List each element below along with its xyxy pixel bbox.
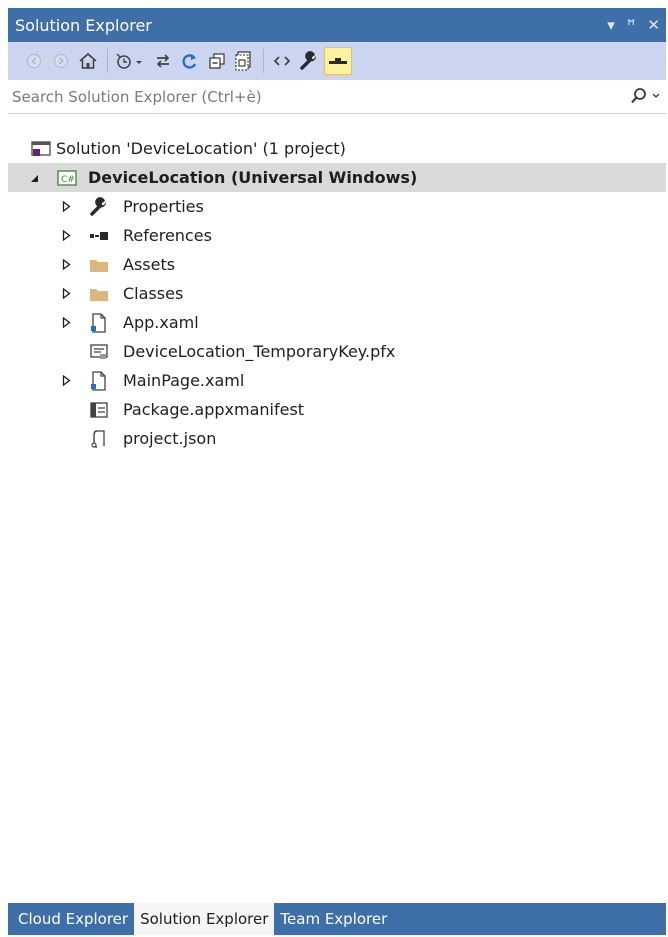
tree-item[interactable]: Properties bbox=[8, 192, 666, 221]
forward-button[interactable] bbox=[49, 48, 73, 74]
preview-selected-button[interactable] bbox=[324, 47, 352, 75]
sync-button[interactable] bbox=[151, 48, 175, 74]
tree-item-label: Properties bbox=[123, 197, 204, 216]
tree-item-label: App.xaml bbox=[123, 313, 199, 332]
refresh-button[interactable] bbox=[178, 48, 202, 74]
toolbar bbox=[8, 42, 666, 80]
home-button[interactable] bbox=[76, 48, 100, 74]
csharp-project-icon: C# bbox=[56, 168, 78, 188]
refresh-icon bbox=[182, 54, 197, 69]
folder-icon bbox=[88, 284, 110, 304]
tree-solution-node[interactable]: Solution 'DeviceLocation' (1 project) bbox=[8, 134, 666, 163]
title-bar: Solution Explorer ▾ ꟸ ✕ bbox=[8, 8, 666, 42]
dropdown-icon[interactable]: ▾ bbox=[607, 17, 615, 33]
collapse-all-icon bbox=[209, 53, 225, 69]
tree-item[interactable]: MainPage.xaml bbox=[8, 366, 666, 395]
expanded-arrow-icon[interactable] bbox=[28, 171, 40, 185]
search-input[interactable] bbox=[8, 81, 612, 112]
show-all-files-icon bbox=[235, 51, 251, 71]
references-icon bbox=[88, 226, 110, 246]
search-options[interactable] bbox=[630, 87, 660, 105]
toolbar-separator bbox=[107, 49, 108, 73]
svg-text:C#: C# bbox=[61, 175, 75, 185]
properties-button[interactable] bbox=[297, 48, 321, 74]
tab-solution-explorer[interactable]: Solution Explorer bbox=[134, 903, 275, 935]
tree-item[interactable]: project.json bbox=[8, 424, 666, 453]
manifest-icon bbox=[88, 400, 110, 420]
tree-item[interactable]: Assets bbox=[8, 250, 666, 279]
collapsed-arrow-icon[interactable] bbox=[60, 200, 72, 214]
folder-icon bbox=[88, 255, 110, 275]
tree-project-label: DeviceLocation (Universal Windows) bbox=[88, 168, 418, 187]
collapsed-arrow-icon[interactable] bbox=[60, 229, 72, 243]
collapsed-arrow-icon[interactable] bbox=[60, 316, 72, 330]
search-bar bbox=[8, 80, 666, 114]
tree-items: Properties References Assets Classes App.xam… bbox=[8, 192, 666, 453]
collapsed-arrow-icon[interactable] bbox=[60, 374, 72, 388]
solution-icon bbox=[30, 139, 52, 159]
chevron-down-icon bbox=[652, 93, 660, 98]
tree-solution-label: Solution 'DeviceLocation' (1 project) bbox=[56, 139, 346, 158]
tree-item-label: References bbox=[123, 226, 212, 245]
json-file-icon bbox=[88, 429, 110, 449]
forward-icon bbox=[54, 54, 68, 68]
certificate-icon bbox=[88, 342, 110, 362]
tree-item[interactable]: Classes bbox=[8, 279, 666, 308]
toolbar-separator bbox=[263, 49, 264, 73]
tree-item[interactable]: DeviceLocation_TemporaryKey.pfx bbox=[8, 337, 666, 366]
search-icon bbox=[631, 88, 646, 104]
solution-explorer-panel: Solution Explorer ▾ ꟸ ✕ Search Solution … bbox=[8, 8, 666, 935]
xaml-file-icon bbox=[88, 370, 110, 391]
solution-tree: Solution 'DeviceLocation' (1 project) C#… bbox=[8, 134, 666, 453]
wrench-icon bbox=[88, 196, 110, 217]
window-title: Solution Explorer bbox=[15, 15, 152, 35]
tree-item-label: project.json bbox=[123, 429, 217, 448]
pin-icon[interactable]: ꟸ bbox=[627, 17, 636, 33]
window-controls: ▾ ꟸ ✕ bbox=[607, 8, 660, 42]
home-icon bbox=[79, 52, 97, 69]
tree-item-label: Assets bbox=[123, 255, 176, 274]
history-icon bbox=[116, 53, 142, 69]
collapsed-arrow-icon[interactable] bbox=[60, 287, 72, 301]
back-icon bbox=[27, 54, 41, 68]
tab-team-explorer[interactable]: Team Explorer bbox=[274, 903, 393, 935]
view-code-button[interactable] bbox=[270, 48, 294, 74]
tree-item[interactable]: Package.appxmanifest bbox=[8, 395, 666, 424]
tree-item[interactable]: App.xaml bbox=[8, 308, 666, 337]
tab-cloud-explorer[interactable]: Cloud Explorer bbox=[12, 903, 134, 935]
xaml-file-icon bbox=[88, 312, 110, 333]
collapsed-arrow-icon[interactable] bbox=[60, 258, 72, 272]
properties-icon bbox=[300, 51, 317, 70]
bottom-tab-strip: Cloud Explorer Solution Explorer Team Ex… bbox=[8, 903, 666, 935]
close-icon[interactable]: ✕ bbox=[647, 17, 660, 33]
collapse-all-button[interactable] bbox=[205, 48, 229, 74]
tree-item-label: DeviceLocation_TemporaryKey.pfx bbox=[123, 342, 396, 361]
preview-icon bbox=[329, 58, 347, 64]
history-button[interactable] bbox=[114, 48, 148, 74]
tree-item-label: Classes bbox=[123, 284, 184, 303]
sync-icon bbox=[156, 54, 170, 68]
tree-project-node[interactable]: C# DeviceLocation (Universal Windows) bbox=[8, 163, 666, 192]
tree-item-label: MainPage.xaml bbox=[123, 371, 245, 390]
view-code-icon bbox=[273, 56, 291, 66]
back-button[interactable] bbox=[22, 48, 46, 74]
tree-item[interactable]: References bbox=[8, 221, 666, 250]
show-all-files-button[interactable] bbox=[232, 48, 256, 74]
tree-item-label: Package.appxmanifest bbox=[123, 400, 305, 419]
